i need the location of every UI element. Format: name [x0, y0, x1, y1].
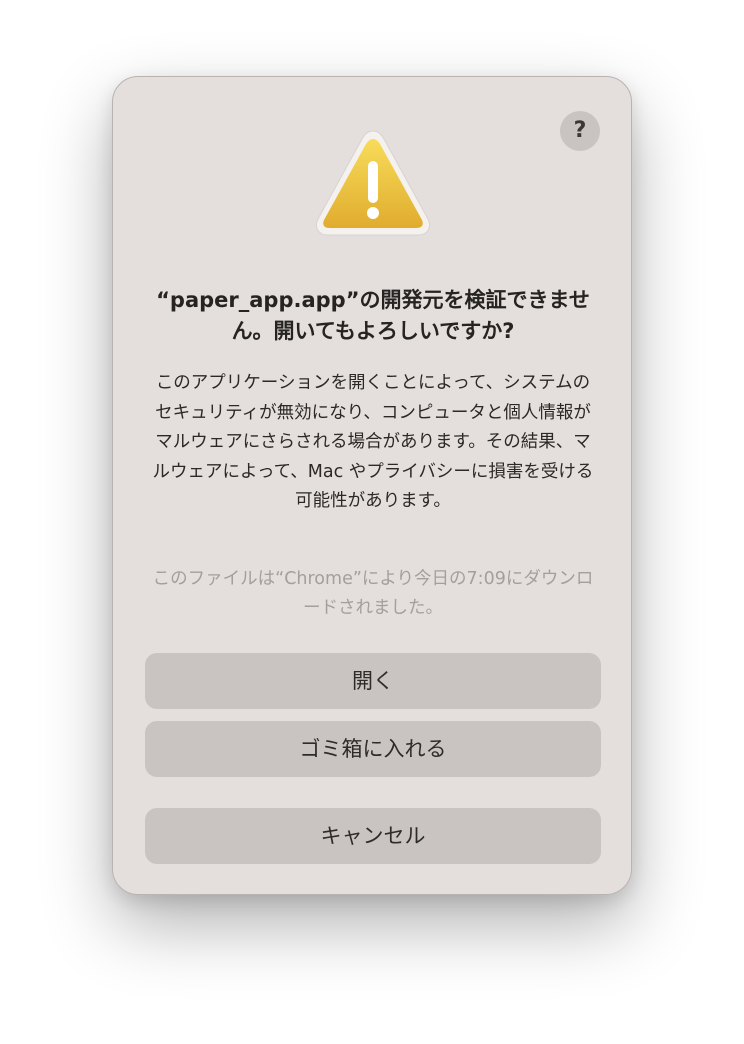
cancel-button[interactable]: キャンセル	[145, 808, 601, 864]
security-alert-dialog: ? “paper_app.app”の開発元を検証できません。開いてもよろしいです…	[112, 76, 632, 895]
dialog-message: このアプリケーションを開くことによって、システムのセキュリティが無効になり、コン…	[152, 373, 594, 511]
help-button[interactable]: ?	[560, 111, 600, 151]
dialog-title: “paper_app.app”の開発元を検証できません。開いてもよろしいですか?	[156, 288, 590, 343]
warning-triangle-icon	[312, 127, 434, 239]
move-to-trash-button[interactable]: ゴミ箱に入れる	[145, 721, 601, 777]
open-button[interactable]: 開く	[145, 653, 601, 709]
download-source-note: このファイルは“Chrome”により今日の7:09にダウンロードされました。	[152, 569, 594, 618]
